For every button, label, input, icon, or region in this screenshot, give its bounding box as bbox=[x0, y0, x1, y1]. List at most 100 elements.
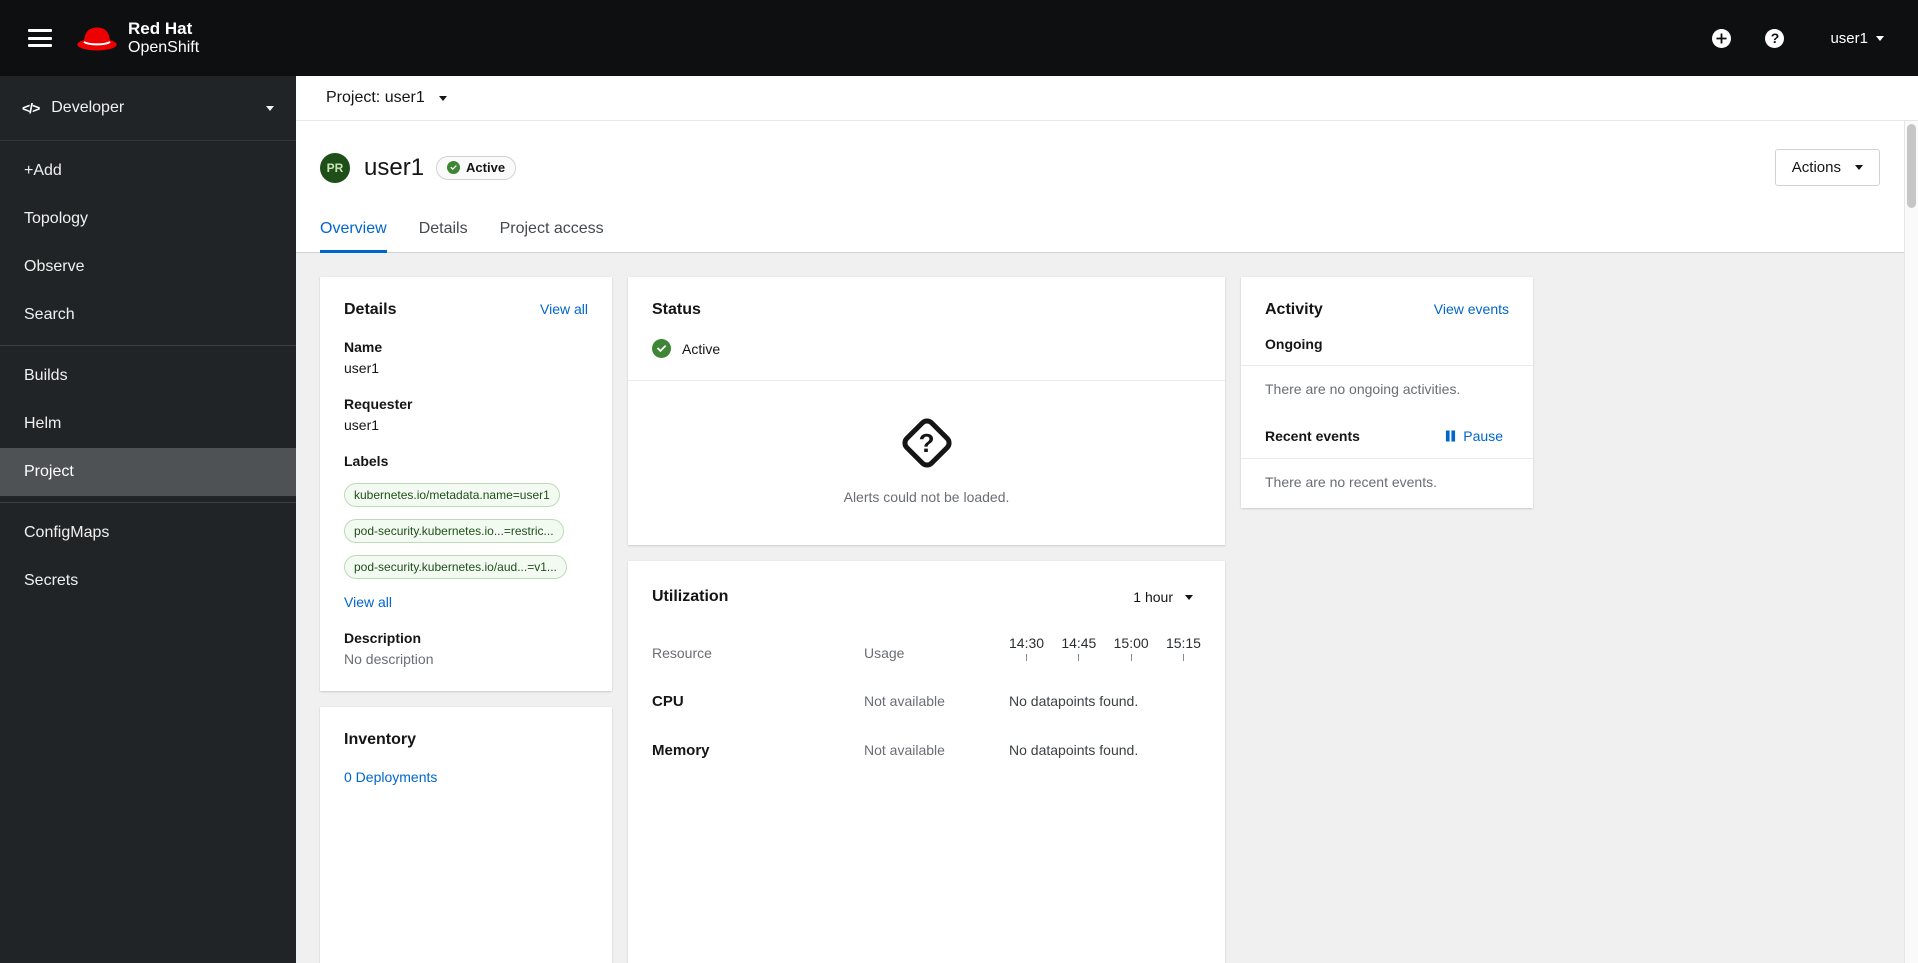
project-selector[interactable]: Project: user1 bbox=[320, 88, 453, 108]
code-icon: </> bbox=[22, 100, 40, 116]
time-tick-label: 15:15 bbox=[1165, 635, 1201, 651]
field-requester: Requester user1 bbox=[344, 396, 588, 433]
brand-line1: Red Hat bbox=[128, 19, 193, 39]
overview-dashboard: Details View all Name user1 Requester us… bbox=[296, 253, 1904, 963]
project-badge: PR bbox=[320, 152, 350, 183]
sidebar-divider bbox=[0, 502, 296, 503]
tab-details[interactable]: Details bbox=[419, 208, 468, 252]
field-requester-label: Requester bbox=[344, 396, 413, 412]
resource-name: Memory bbox=[652, 742, 710, 759]
time-axis: 14:30 14:45 15:00 15:15 bbox=[1009, 635, 1201, 661]
recent-empty-message: There are no recent events. bbox=[1265, 474, 1437, 490]
status-card-title: Status bbox=[652, 301, 701, 318]
utilization-card: Utilization 1 hour Resource Usage 14:30 … bbox=[628, 561, 1225, 963]
ongoing-empty-message: There are no ongoing activities. bbox=[1265, 381, 1461, 397]
column-usage: Usage bbox=[864, 645, 905, 661]
page-title: user1 bbox=[364, 153, 425, 181]
perspective-switcher[interactable]: </> Developer bbox=[0, 76, 296, 141]
status-card: Status Active ? Alerts could not be load… bbox=[628, 277, 1225, 545]
right-column: Activity View events Ongoing There are n… bbox=[1241, 277, 1533, 508]
scrollbar-thumb[interactable] bbox=[1907, 124, 1916, 208]
utilization-card-title: Utilization bbox=[652, 588, 729, 605]
chevron-down-icon bbox=[1185, 594, 1193, 600]
sidebar-item-add[interactable]: +Add bbox=[0, 147, 296, 195]
page-header: PR user1 Active Actions Overview Details… bbox=[296, 121, 1904, 253]
label-chip[interactable]: kubernetes.io/metadata.name=user1 bbox=[344, 483, 560, 507]
check-circle-icon bbox=[652, 339, 671, 358]
inventory-deployments-link[interactable]: 0 Deployments bbox=[344, 769, 437, 785]
field-description-label: Description bbox=[344, 630, 422, 646]
hamburger-menu-icon[interactable] bbox=[28, 29, 52, 47]
sidebar-item-builds[interactable]: Builds bbox=[0, 352, 296, 400]
masthead: Red Hat OpenShift ? user1 bbox=[0, 0, 1918, 76]
field-requester-value: user1 bbox=[344, 417, 380, 433]
sidebar-item-project[interactable]: Project bbox=[0, 448, 296, 496]
red-hat-icon bbox=[76, 24, 118, 52]
field-name-value: user1 bbox=[344, 360, 380, 376]
details-view-all-link[interactable]: View all bbox=[540, 301, 588, 317]
resource-name: CPU bbox=[652, 693, 684, 710]
utilization-header-row: Resource Usage 14:30 14:45 15:00 15:15 bbox=[652, 635, 1201, 661]
user-menu[interactable]: user1 bbox=[1824, 29, 1890, 48]
actions-dropdown-label: Actions bbox=[1791, 159, 1841, 176]
field-labels-label: Labels bbox=[344, 453, 389, 469]
alerts-empty-state: ? Alerts could not be loaded. bbox=[628, 381, 1225, 545]
vertical-scrollbar[interactable] bbox=[1904, 121, 1918, 963]
duration-dropdown[interactable]: 1 hour bbox=[1125, 585, 1201, 609]
tab-bar: Overview Details Project access bbox=[296, 208, 1904, 253]
time-tick-label: 14:30 bbox=[1009, 635, 1045, 651]
main-area: Project: user1 PR user1 Active Actions O… bbox=[296, 76, 1918, 963]
brand-text: Red Hat OpenShift bbox=[128, 19, 199, 57]
sidebar-item-search[interactable]: Search bbox=[0, 291, 296, 339]
help-icon[interactable]: ? bbox=[1765, 28, 1785, 48]
status-badge-label: Active bbox=[466, 159, 506, 175]
pause-events-button[interactable]: Pause bbox=[1439, 427, 1509, 445]
sidebar-item-topology[interactable]: Topology bbox=[0, 195, 296, 243]
column-resource: Resource bbox=[652, 645, 712, 661]
scroll-region: PR user1 Active Actions Overview Details… bbox=[296, 121, 1904, 963]
sidebar-item-configmaps[interactable]: ConfigMaps bbox=[0, 509, 296, 557]
project-bar: Project: user1 bbox=[296, 76, 1918, 121]
inventory-card-title: Inventory bbox=[344, 731, 417, 748]
sidebar-item-secrets[interactable]: Secrets bbox=[0, 557, 296, 605]
status-badge: Active bbox=[436, 155, 517, 180]
label-chip[interactable]: pod-security.kubernetes.io/aud...=v1... bbox=[344, 555, 567, 579]
activity-card-title: Activity bbox=[1265, 301, 1323, 318]
sidebar-item-observe[interactable]: Observe bbox=[0, 243, 296, 291]
sidebar: </> Developer +Add Topology Observe Sear… bbox=[0, 76, 296, 963]
field-labels: Labels kubernetes.io/metadata.name=user1… bbox=[344, 453, 588, 610]
resource-usage: Not available bbox=[864, 693, 945, 709]
activity-card: Activity View events Ongoing There are n… bbox=[1241, 277, 1533, 508]
axis-tick bbox=[1130, 654, 1132, 661]
status-active-label: Active bbox=[682, 340, 721, 357]
add-plus-icon[interactable] bbox=[1712, 28, 1732, 48]
field-name-label: Name bbox=[344, 339, 383, 355]
masthead-utilities: ? user1 bbox=[1712, 28, 1890, 48]
tab-overview[interactable]: Overview bbox=[320, 208, 387, 253]
field-description-value: No description bbox=[344, 651, 434, 667]
left-column: Details View all Name user1 Requester us… bbox=[320, 277, 612, 963]
chevron-down-icon bbox=[438, 95, 447, 101]
chevron-down-icon bbox=[266, 105, 274, 111]
brand-line2: OpenShift bbox=[128, 38, 200, 56]
ongoing-section-title: Ongoing bbox=[1265, 336, 1323, 352]
sidebar-item-helm[interactable]: Helm bbox=[0, 400, 296, 448]
utilization-row-cpu: CPU Not available No datapoints found. bbox=[652, 661, 1201, 710]
utilization-row-memory: Memory Not available No datapoints found… bbox=[652, 710, 1201, 759]
middle-column: Status Active ? Alerts could not be load… bbox=[628, 277, 1225, 963]
labels-view-all-link[interactable]: View all bbox=[344, 594, 392, 610]
sidebar-nav: +Add Topology Observe Search Builds Helm… bbox=[0, 141, 296, 605]
resource-datapoints: No datapoints found. bbox=[1009, 742, 1139, 758]
field-description: Description No description bbox=[344, 630, 588, 667]
label-chip[interactable]: pod-security.kubernetes.io...=restric... bbox=[344, 519, 564, 543]
view-events-link[interactable]: View events bbox=[1434, 301, 1509, 317]
check-circle-icon bbox=[447, 160, 461, 174]
actions-dropdown[interactable]: Actions bbox=[1774, 149, 1880, 186]
tab-project-access[interactable]: Project access bbox=[500, 208, 604, 252]
details-card: Details View all Name user1 Requester us… bbox=[320, 277, 612, 691]
perspective-label: Developer bbox=[51, 99, 125, 116]
recent-events-title: Recent events bbox=[1265, 428, 1360, 444]
details-card-title: Details bbox=[344, 301, 397, 318]
resource-usage: Not available bbox=[864, 742, 945, 758]
status-active-row: Active bbox=[652, 339, 1201, 380]
